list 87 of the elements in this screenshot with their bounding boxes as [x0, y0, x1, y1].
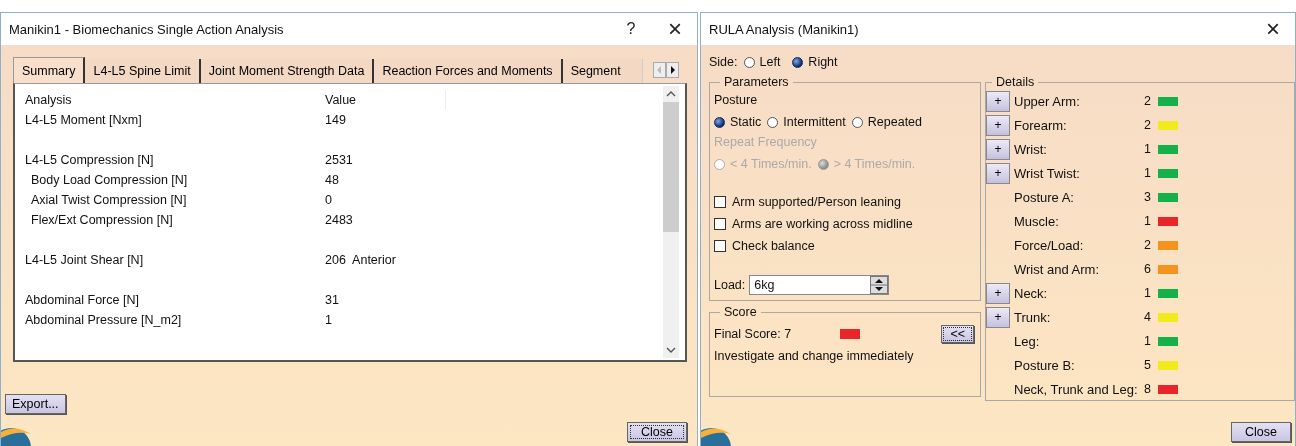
detail-score: 1 — [1144, 142, 1152, 156]
expand-button[interactable]: + — [986, 306, 1010, 328]
detail-score: 1 — [1144, 166, 1152, 180]
detail-score: 5 — [1144, 358, 1152, 372]
radio-button[interactable]: Repeated — [851, 115, 922, 129]
expand-button[interactable]: + — [986, 114, 1010, 136]
detail-label: Forearm: — [1014, 117, 1068, 133]
detail-score: 1 — [1144, 334, 1152, 348]
table-cell-text: 1 — [325, 313, 333, 327]
expand-button[interactable]: + — [986, 282, 1010, 304]
frequency-label: Repeat Frequency — [714, 135, 818, 151]
tab[interactable]: Summary — [13, 57, 86, 83]
score-message: Investigate and change immediately — [714, 349, 915, 363]
scrollbar[interactable] — [663, 86, 679, 358]
close-button[interactable]: Close — [627, 422, 687, 442]
load-label: Load: — [714, 278, 746, 292]
help-button[interactable]: ? — [609, 14, 653, 44]
tab[interactable]: L4-L5 Spine Limit — [85, 59, 201, 83]
detail-score: 1 — [1144, 214, 1152, 228]
radio-button[interactable]: Left — [743, 55, 781, 69]
export-button[interactable]: Export... — [5, 394, 66, 414]
table-cell-text: 0 — [325, 193, 333, 207]
scroll-down-icon[interactable] — [666, 346, 676, 354]
detail-score: 2 — [1144, 94, 1152, 108]
collapse-button[interactable]: << — [941, 325, 974, 343]
checkbox[interactable]: Check balance — [714, 239, 976, 253]
table-cell-text: Abdominal Pressure [N_m2] — [25, 313, 183, 327]
radio-button[interactable]: Right — [792, 55, 838, 69]
tab[interactable]: Reaction Forces and Moments — [374, 59, 563, 83]
detail-label: Neck: — [1014, 285, 1049, 301]
detail-score: 3 — [1144, 190, 1152, 204]
tab[interactable]: Joint Moment Strength Data — [200, 59, 375, 83]
detail-label: Leg: — [1014, 333, 1041, 349]
column-header[interactable]: Value — [325, 90, 446, 110]
detail-score: 6 — [1144, 262, 1152, 276]
detail-label: Wrist: — [1014, 141, 1048, 157]
detail-label: Posture A: — [1014, 189, 1075, 205]
detail-score: 8 — [1144, 382, 1152, 396]
table-cell-text: L4-L5 Compression [N] — [25, 153, 155, 167]
checkbox[interactable]: Arm supported/Person leaning — [714, 195, 976, 209]
detail-label: Neck, Trunk and Leg: — [1014, 381, 1139, 397]
detail-label: Wrist and Arm: — [1014, 261, 1100, 277]
radio-button[interactable]: Static — [714, 115, 762, 129]
detail-score: 2 — [1144, 238, 1152, 252]
detail-label: Force/Load: — [1014, 237, 1085, 253]
scroll-right-icon[interactable] — [665, 62, 679, 78]
detail-label: Trunk: — [1014, 309, 1052, 325]
close-button[interactable]: Close — [1231, 422, 1291, 442]
close-button[interactable]: × — [1251, 14, 1295, 44]
detail-label: Wrist Twist: — [1014, 165, 1081, 181]
table-cell-text: 48 — [325, 173, 340, 187]
spinner-icon[interactable] — [870, 276, 889, 294]
table-cell-text: 2531 — [325, 153, 354, 167]
detail-score: 4 — [1144, 310, 1152, 324]
detail-label: Posture B: — [1014, 357, 1076, 373]
detail-score: 2 — [1144, 118, 1152, 132]
group-title: Parameters — [723, 75, 790, 89]
window-title: Manikin1 - Biomechanics Single Action Analysis — [9, 21, 285, 37]
scroll-up-icon[interactable] — [666, 90, 676, 98]
expand-button[interactable]: + — [986, 162, 1010, 184]
checkbox[interactable]: Arms are working across midline — [714, 217, 976, 231]
table-cell-text: 206 Anterior — [325, 253, 397, 267]
tab[interactable]: Segment — [562, 59, 643, 83]
table-cell-text: L4-L5 Joint Shear [N] — [25, 253, 145, 267]
table-cell-text: L4-L5 Moment [Nxm] — [25, 113, 143, 127]
column-header[interactable]: Analysis — [25, 90, 325, 110]
detail-label: Upper Arm: — [1014, 93, 1081, 109]
table-cell-text: Abdominal Force [N] — [25, 293, 140, 307]
group-title: Score — [723, 305, 758, 319]
window-title: RULA Analysis (Manikin1) — [709, 21, 860, 37]
side-label: Side: — [709, 55, 738, 69]
table-cell-text: Axial Twist Compression [N] — [30, 193, 188, 207]
final-score: Final Score: 7 — [714, 327, 793, 341]
table-cell-text: 31 — [325, 293, 340, 307]
table-cell-text: 2483 — [325, 213, 354, 227]
detail-label: Muscle: — [1014, 213, 1060, 229]
detail-score: 1 — [1144, 286, 1152, 300]
expand-button[interactable]: + — [986, 90, 1010, 112]
table-cell-text: Body Load Compression [N] — [30, 173, 189, 187]
table-cell-text: Flex/Ext Compression [N] — [30, 213, 174, 227]
group-title: Details — [995, 75, 1036, 89]
radio-button[interactable]: Intermittent — [767, 115, 846, 129]
table-cell-text: 149 — [325, 113, 347, 127]
close-button[interactable]: × — [653, 14, 697, 44]
expand-button[interactable]: + — [986, 138, 1010, 160]
posture-label: Posture — [714, 93, 759, 109]
load-field[interactable]: 6kg — [749, 275, 890, 295]
